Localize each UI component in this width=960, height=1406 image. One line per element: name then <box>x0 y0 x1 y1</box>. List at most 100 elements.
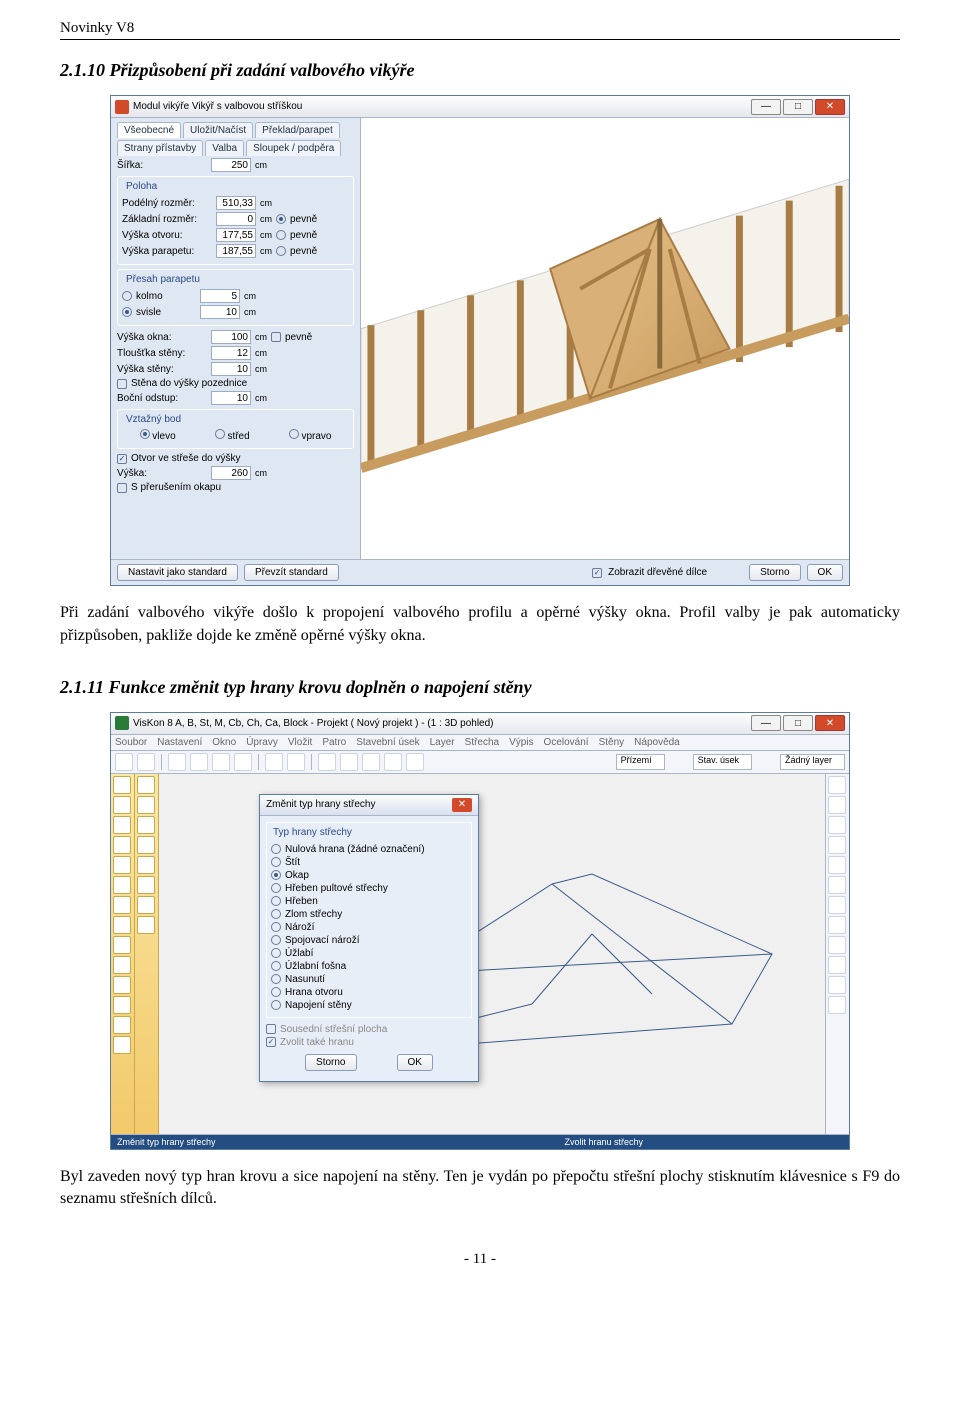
edge-type-option[interactable]: Hřeben pultové střechy <box>271 883 467 894</box>
edge-type-option[interactable]: Spojovací nároží <box>271 935 467 946</box>
window-height-fixed-check[interactable] <box>271 332 281 342</box>
edge-type-option[interactable]: Štít <box>271 857 467 868</box>
edge-type-option[interactable]: Okap <box>271 870 467 881</box>
tool-button[interactable] <box>828 976 846 994</box>
radio-icon[interactable] <box>271 1000 281 1010</box>
edge-type-option[interactable]: Úžlabní fošna <box>271 961 467 972</box>
menu-window[interactable]: Okno <box>212 737 236 748</box>
tool-button[interactable] <box>828 956 846 974</box>
menu-file[interactable]: Soubor <box>115 737 147 748</box>
opening-height-input[interactable] <box>216 228 256 242</box>
menu-list[interactable]: Výpis <box>509 737 533 748</box>
parapet-height-input[interactable] <box>216 244 256 258</box>
tool-button[interactable] <box>828 776 846 794</box>
wall-height-input[interactable] <box>211 362 251 376</box>
minimize-button[interactable]: — <box>751 715 781 731</box>
base-dim-input[interactable] <box>216 212 256 226</box>
eave-break-check[interactable] <box>117 483 127 493</box>
adjacent-surface-check[interactable] <box>266 1024 276 1034</box>
tool-button[interactable] <box>828 936 846 954</box>
vertical-radio[interactable] <box>122 307 132 317</box>
tool-button[interactable] <box>137 836 155 854</box>
side-offset-input[interactable] <box>211 391 251 405</box>
toolbar-button[interactable] <box>190 753 208 771</box>
tab-lintel[interactable]: Překlad/parapet <box>255 122 340 138</box>
tool-button[interactable] <box>113 816 131 834</box>
longitudinal-input[interactable] <box>216 196 256 210</box>
layer-combo[interactable]: Žádný layer <box>780 754 845 770</box>
tool-button[interactable] <box>113 996 131 1014</box>
radio-icon[interactable] <box>271 974 281 984</box>
window-height-input[interactable] <box>211 330 251 344</box>
3d-preview-viewport[interactable] <box>361 118 849 559</box>
radio-icon[interactable] <box>271 987 281 997</box>
menu-building-section[interactable]: Stavební úsek <box>356 737 419 748</box>
toolbar-button[interactable] <box>287 753 305 771</box>
close-button[interactable]: ✕ <box>815 99 845 115</box>
vertical-input[interactable] <box>200 305 240 319</box>
floor-combo[interactable]: Přízemí <box>616 754 665 770</box>
toolbar-button[interactable] <box>137 753 155 771</box>
radio-icon[interactable] <box>271 857 281 867</box>
tool-button[interactable] <box>113 976 131 994</box>
tab-hip[interactable]: Valba <box>205 140 244 156</box>
tool-button[interactable] <box>113 776 131 794</box>
tool-button[interactable] <box>828 856 846 874</box>
tool-button[interactable] <box>137 896 155 914</box>
tab-saveload[interactable]: Uložit/Načíst <box>183 122 253 138</box>
radio-icon[interactable] <box>271 909 281 919</box>
edge-type-option[interactable]: Úžlabí <box>271 948 467 959</box>
wall-thickness-input[interactable] <box>211 346 251 360</box>
tool-button[interactable] <box>113 1036 131 1054</box>
dialog-close-button[interactable]: ✕ <box>452 798 472 812</box>
get-standard-button[interactable]: Převzít standard <box>244 564 339 581</box>
menu-roof[interactable]: Střecha <box>465 737 499 748</box>
tool-button[interactable] <box>113 836 131 854</box>
edge-type-option[interactable]: Zlom střechy <box>271 909 467 920</box>
radio-icon[interactable] <box>271 896 281 906</box>
toolbar-button[interactable] <box>340 753 358 771</box>
menu-insert[interactable]: Vložit <box>288 737 312 748</box>
tool-button[interactable] <box>828 996 846 1014</box>
radio-icon[interactable] <box>271 844 281 854</box>
radio-icon[interactable] <box>271 883 281 893</box>
tool-button[interactable] <box>113 916 131 934</box>
tool-button[interactable] <box>828 896 846 914</box>
edge-type-option[interactable]: Hrana otvoru <box>271 987 467 998</box>
edge-type-option[interactable]: Hřeben <box>271 896 467 907</box>
maximize-button[interactable]: □ <box>783 715 813 731</box>
menu-steel[interactable]: Ocelování <box>544 737 589 748</box>
tool-button[interactable] <box>113 856 131 874</box>
toolbar-button[interactable] <box>168 753 186 771</box>
tool-button[interactable] <box>113 876 131 894</box>
parapet-fixed-radio[interactable] <box>276 246 286 256</box>
edge-type-option[interactable]: Nulová hrana (žádné označení) <box>271 844 467 855</box>
height2-input[interactable] <box>211 466 251 480</box>
width-input[interactable] <box>211 158 251 172</box>
tab-extension-sides[interactable]: Strany přístavby <box>117 140 203 156</box>
tool-button[interactable] <box>113 1016 131 1034</box>
menu-layer[interactable]: Layer <box>430 737 455 748</box>
3d-viewport[interactable]: Změnit typ hrany střechy ✕ Typ hrany stř… <box>159 774 825 1134</box>
opening-fixed-radio[interactable] <box>276 230 286 240</box>
toolbar-button[interactable] <box>406 753 424 771</box>
tool-button[interactable] <box>137 856 155 874</box>
set-standard-button[interactable]: Nastavit jako standard <box>117 564 238 581</box>
edge-type-option[interactable]: Nároží <box>271 922 467 933</box>
tool-button[interactable] <box>828 836 846 854</box>
menu-help[interactable]: Nápověda <box>634 737 680 748</box>
dialog-ok-button[interactable]: OK <box>397 1054 433 1071</box>
toolbar-button[interactable] <box>234 753 252 771</box>
edge-type-option[interactable]: Nasunutí <box>271 974 467 985</box>
section-combo[interactable]: Stav. úsek <box>693 754 752 770</box>
left-radio[interactable] <box>140 429 150 439</box>
toolbar-button[interactable] <box>384 753 402 771</box>
tool-button[interactable] <box>113 936 131 954</box>
menu-settings[interactable]: Nastavení <box>157 737 202 748</box>
radio-icon[interactable] <box>271 922 281 932</box>
perpendicular-input[interactable] <box>200 289 240 303</box>
roof-opening-check[interactable] <box>117 454 127 464</box>
toolbar-button[interactable] <box>362 753 380 771</box>
also-select-edge-check[interactable] <box>266 1037 276 1047</box>
toolbar-button[interactable] <box>115 753 133 771</box>
